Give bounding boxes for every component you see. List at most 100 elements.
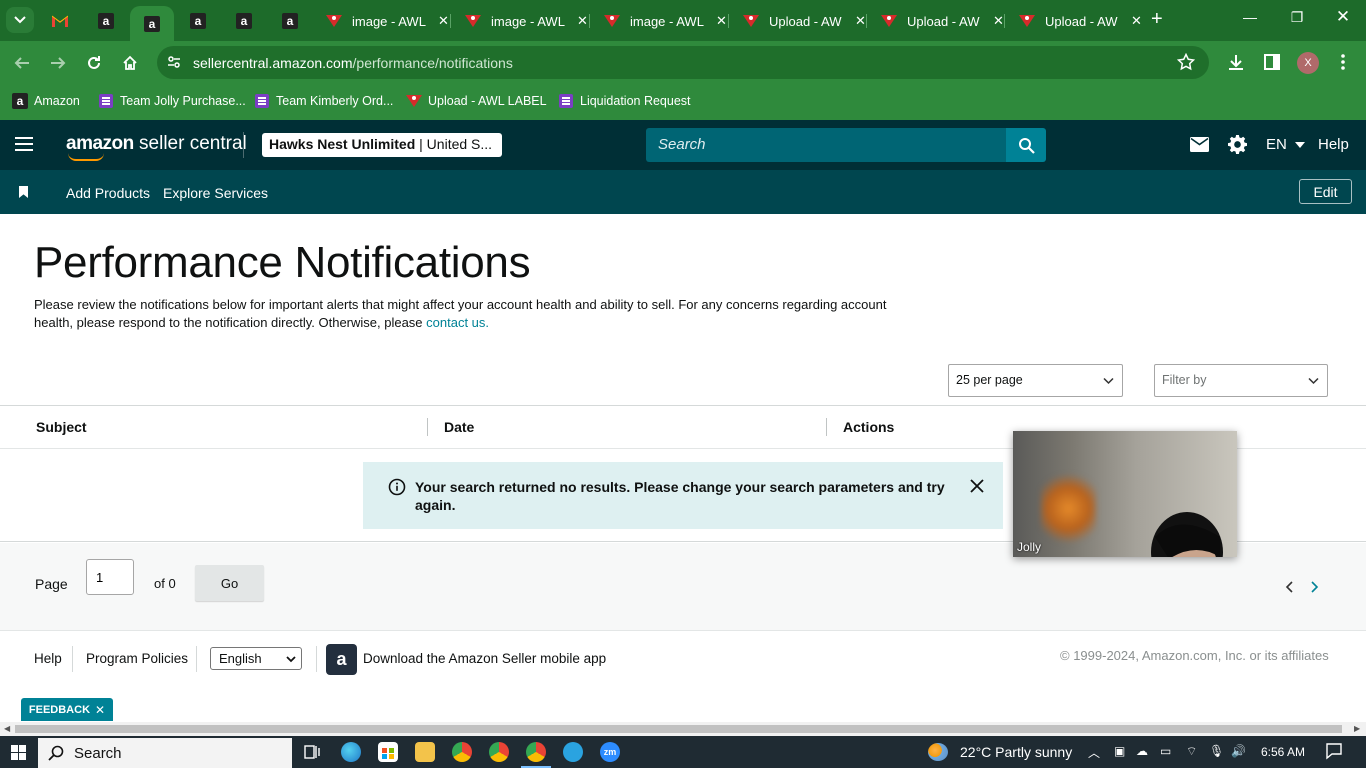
- restore-icon[interactable]: ❐: [1282, 9, 1312, 26]
- filter-by-select[interactable]: Filter by: [1154, 364, 1328, 397]
- tab-upload-awl[interactable]: Upload - AW ✕: [871, 6, 1004, 36]
- wifi-icon[interactable]: ⌔: [1186, 744, 1197, 759]
- close-window-icon[interactable]: ✕: [1328, 7, 1358, 27]
- edge-icon[interactable]: [341, 742, 361, 762]
- bookmark-star-icon[interactable]: [1176, 52, 1196, 76]
- onedrive-icon[interactable]: ☁: [1136, 744, 1148, 758]
- search-button[interactable]: [1006, 128, 1046, 162]
- bookmark-upload-awl[interactable]: Upload - AWL LABEL: [406, 93, 547, 109]
- new-tab-icon[interactable]: +: [1151, 8, 1163, 30]
- weather-widget[interactable]: 22°C Partly sunny: [928, 743, 1072, 761]
- bookmark-team-kimberly[interactable]: Team Kimberly Ord...: [254, 93, 393, 109]
- reload-icon[interactable]: [82, 51, 106, 75]
- volume-icon[interactable]: 🔊: [1231, 744, 1246, 758]
- clock[interactable]: 6:56 AM: [1261, 745, 1305, 759]
- language-selector[interactable]: EN: [1266, 136, 1306, 153]
- awl-icon: [604, 13, 620, 29]
- add-products-link[interactable]: Add Products: [66, 185, 150, 201]
- prev-page-icon[interactable]: [1285, 580, 1294, 598]
- bookmark-liquidation[interactable]: Liquidation Request: [558, 93, 691, 109]
- bookmark-icon[interactable]: [19, 186, 28, 198]
- mail-icon[interactable]: [1190, 137, 1209, 157]
- minimize-icon[interactable]: —: [1235, 9, 1265, 25]
- address-bar[interactable]: sellercentral.amazon.com/performance/not…: [157, 46, 1209, 79]
- chrome-icon[interactable]: [452, 742, 472, 762]
- back-arrow-icon[interactable]: [10, 51, 34, 75]
- amazon-icon: a: [144, 15, 160, 32]
- program-policies-link[interactable]: Program Policies: [86, 651, 188, 666]
- tab-image-awl[interactable]: image - AWL ✕: [316, 6, 449, 36]
- tab-close-icon[interactable]: ✕: [993, 13, 1004, 29]
- profile-avatar[interactable]: X: [1297, 52, 1319, 74]
- tab-amazon[interactable]: a: [84, 6, 128, 36]
- windows-start-icon[interactable]: [11, 745, 26, 765]
- go-button[interactable]: Go: [195, 565, 264, 601]
- notification-center-icon[interactable]: [1325, 742, 1343, 763]
- tab-close-icon[interactable]: ✕: [855, 13, 866, 29]
- bookmark-team-jolly[interactable]: Team Jolly Purchase...: [98, 93, 246, 109]
- edit-button[interactable]: Edit: [1299, 179, 1352, 204]
- tab-amazon-active[interactable]: a: [130, 6, 174, 41]
- download-icon[interactable]: [1227, 53, 1245, 76]
- page-number-input[interactable]: [86, 559, 134, 595]
- site-settings-icon[interactable]: [166, 54, 182, 75]
- tab-upload-awl[interactable]: Upload - AW ✕: [1009, 6, 1142, 36]
- column-subject[interactable]: Subject: [36, 419, 87, 435]
- seller-app-icon[interactable]: a: [326, 644, 357, 675]
- search-input[interactable]: [646, 128, 1006, 161]
- tab-upload-awl[interactable]: Upload - AW ✕: [733, 6, 866, 36]
- file-explorer-icon[interactable]: [415, 742, 435, 762]
- next-page-icon[interactable]: [1310, 580, 1319, 598]
- tab-close-icon[interactable]: ✕: [716, 13, 727, 29]
- battery-icon[interactable]: ▭: [1160, 744, 1171, 758]
- tab-gmail[interactable]: [38, 6, 82, 36]
- tab-close-icon[interactable]: ✕: [1131, 13, 1142, 29]
- info-icon: [388, 478, 406, 501]
- chrome-icon-active[interactable]: [526, 742, 546, 762]
- contact-us-link[interactable]: contact us.: [426, 315, 489, 330]
- video-call-overlay[interactable]: Jolly: [1013, 431, 1237, 557]
- side-panel-icon[interactable]: [1263, 53, 1281, 76]
- meet-icon[interactable]: ▣: [1114, 744, 1125, 758]
- horizontal-scrollbar[interactable]: ◀ ▶: [0, 722, 1366, 736]
- tab-close-icon[interactable]: ✕: [577, 13, 588, 29]
- feedback-button[interactable]: FEEDBACK ✕: [21, 698, 113, 721]
- telegram-icon[interactable]: [563, 742, 583, 762]
- footer-help-link[interactable]: Help: [34, 651, 62, 666]
- taskbar-search[interactable]: Search: [38, 738, 292, 768]
- tab-image-awl[interactable]: image - AWL ✕: [594, 6, 727, 36]
- home-icon[interactable]: [118, 51, 142, 75]
- header-help-link[interactable]: Help: [1318, 136, 1349, 153]
- column-date[interactable]: Date: [444, 419, 474, 435]
- per-page-select[interactable]: 25 per page: [948, 364, 1123, 397]
- store-icon[interactable]: [378, 742, 398, 762]
- tab-amazon[interactable]: a: [268, 6, 312, 36]
- tab-title: Upload - AW: [907, 13, 980, 29]
- store-selector[interactable]: Hawks Nest Unlimited | United S...: [262, 133, 502, 157]
- tab-title: image - AWL: [491, 13, 565, 29]
- footer-language-select[interactable]: English: [210, 647, 302, 670]
- browser-menu-icon[interactable]: [1339, 53, 1347, 76]
- close-icon[interactable]: [969, 478, 985, 499]
- scroll-right-icon[interactable]: ▶: [1354, 724, 1360, 733]
- seller-central-logo[interactable]: amazon seller central: [66, 133, 247, 161]
- scrollbar-thumb[interactable]: [15, 725, 1342, 733]
- scroll-left-icon[interactable]: ◀: [4, 724, 10, 733]
- task-view-icon[interactable]: [302, 742, 322, 762]
- tab-search-chevron-icon[interactable]: [6, 7, 34, 33]
- tab-amazon[interactable]: a: [176, 6, 220, 36]
- tray-expand-icon[interactable]: ︿: [1088, 744, 1100, 761]
- zoom-icon[interactable]: zm: [600, 742, 620, 762]
- download-app-link[interactable]: Download the Amazon Seller mobile app: [363, 651, 606, 666]
- chrome-icon[interactable]: [489, 742, 509, 762]
- settings-gear-icon[interactable]: [1228, 135, 1247, 159]
- forward-arrow-icon[interactable]: [46, 51, 70, 75]
- hamburger-menu-icon[interactable]: [15, 137, 33, 151]
- feedback-close-icon[interactable]: ✕: [95, 703, 105, 717]
- microphone-icon[interactable]: 🎙: [1209, 744, 1224, 758]
- tab-amazon[interactable]: a: [222, 6, 266, 36]
- bookmark-amazon[interactable]: a Amazon: [12, 93, 80, 109]
- tab-close-icon[interactable]: ✕: [438, 13, 449, 29]
- tab-image-awl[interactable]: image - AWL ✕: [455, 6, 588, 36]
- explore-services-link[interactable]: Explore Services: [163, 185, 268, 201]
